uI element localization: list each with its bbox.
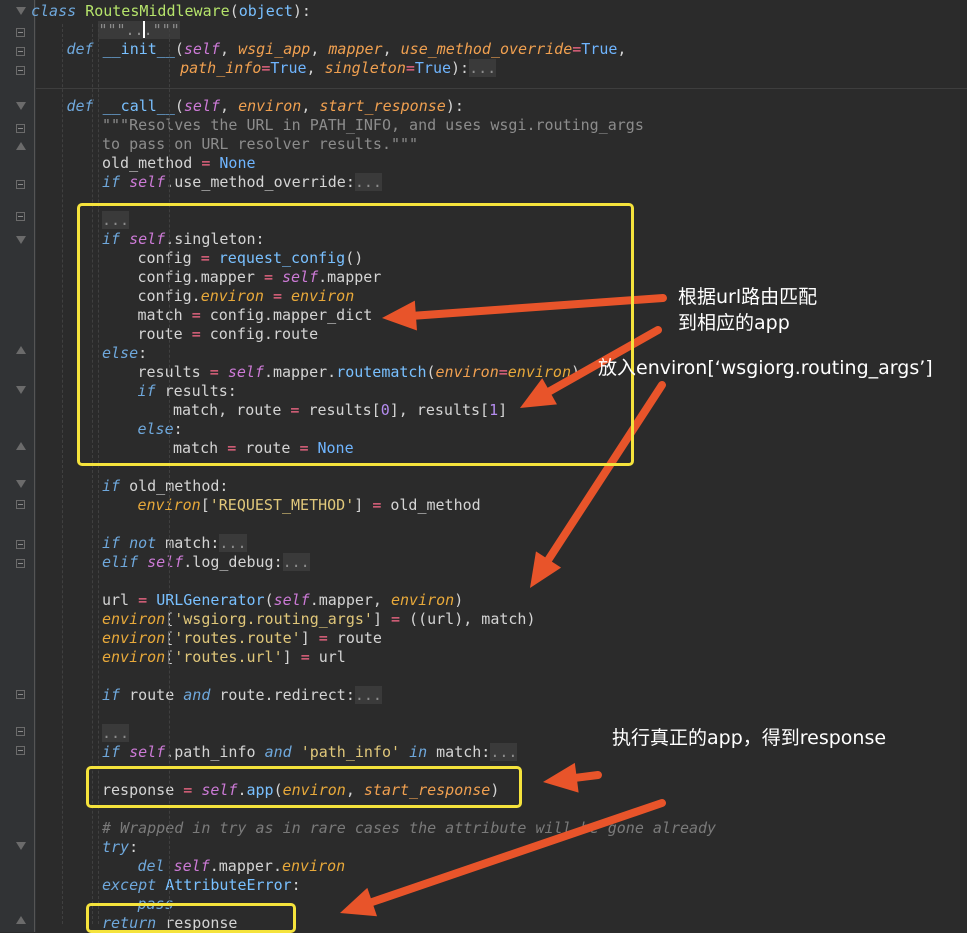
singleton-routing-highlight-box <box>77 203 634 466</box>
response-highlight-box <box>86 766 522 808</box>
annotation-put-environ: 放入environ[‘wsgiorg.routing_args’] <box>598 356 933 381</box>
return-highlight-box <box>86 903 296 933</box>
annotation-exec-app: 执行真正的app，得到response <box>612 726 886 751</box>
arrow-to-return-line <box>340 803 662 916</box>
annotation-route-match-line2: 到相应的app <box>678 311 790 336</box>
arrow-to-response-line <box>543 763 598 793</box>
annotation-route-match-line1: 根据url路由匹配 <box>678 285 817 310</box>
